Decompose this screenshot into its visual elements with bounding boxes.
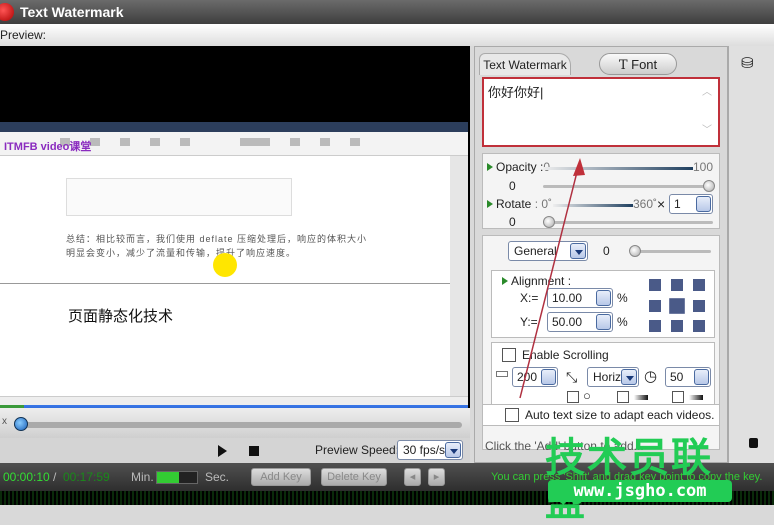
watermark-url: www.jsgho.com — [548, 480, 732, 502]
annotation-arrow — [519, 158, 585, 399]
arrow-head — [573, 158, 585, 176]
arrow-line — [519, 167, 579, 399]
